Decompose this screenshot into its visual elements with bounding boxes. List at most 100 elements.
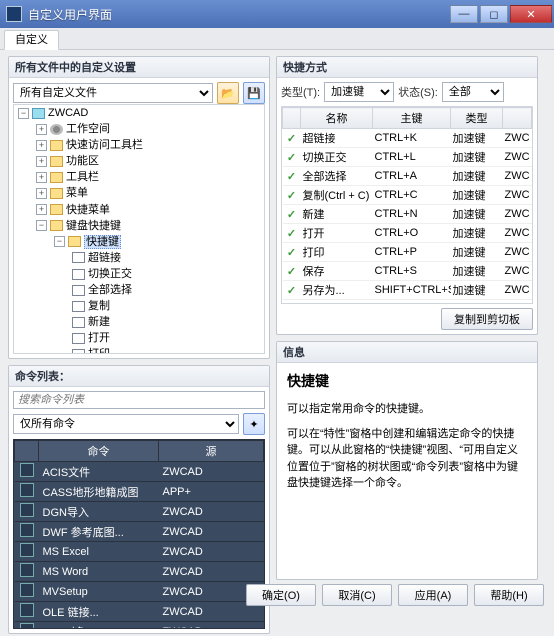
table-row[interactable]: DGN导入ZWCAD — [15, 502, 264, 522]
col-key[interactable]: 主键 — [373, 108, 451, 129]
command-list-title: 命令列表： — [9, 366, 269, 387]
tree-toggle[interactable]: + — [36, 188, 47, 199]
command-filter-dropdown[interactable]: 仅所有命令 — [13, 414, 239, 434]
tree-item[interactable]: 全部选择 — [88, 284, 132, 296]
tree-item[interactable]: 打印 — [88, 349, 110, 355]
check-icon: ✓ — [287, 266, 296, 278]
folder-icon — [50, 172, 63, 183]
col-source[interactable]: 源 — [159, 441, 264, 462]
folder-icon — [50, 188, 63, 199]
table-row[interactable]: ✓复制(Ctrl + C)CTRL+C加速键ZWC — [283, 186, 532, 205]
table-row[interactable]: ✓退出CTRL+Q加速键ZWC — [283, 300, 532, 305]
tree-toggle[interactable]: − — [36, 220, 47, 231]
col-type[interactable]: 类型 — [451, 108, 503, 129]
disk-icon: 💾 — [247, 87, 261, 100]
doc-icon — [72, 301, 85, 312]
settings-file-dropdown[interactable]: 所有自定义文件 — [13, 83, 213, 103]
help-button[interactable]: 帮助(H) — [474, 584, 544, 606]
tree-toggle[interactable]: + — [36, 172, 47, 183]
tree-toggle[interactable]: − — [54, 236, 65, 247]
table-row[interactable]: ✓保存CTRL+S加速键ZWC — [283, 262, 532, 281]
command-list-panel: 命令列表： 仅所有命令 ✦ 命令 源 ACIS文件ZWCADCASS地形地籍成图… — [8, 365, 270, 634]
check-icon: ✓ — [287, 228, 296, 240]
apply-button[interactable]: 应用(A) — [398, 584, 468, 606]
gear-icon — [50, 124, 63, 135]
open-file-button[interactable]: 📂 — [217, 82, 239, 104]
doc-icon — [72, 349, 85, 354]
tree-item[interactable]: 新建 — [88, 316, 110, 328]
table-row[interactable]: ✓另存为...SHIFT+CTRL+S加速键ZWC — [283, 281, 532, 300]
table-row[interactable]: MS WordZWCAD — [15, 562, 264, 582]
settings-panel-title: 所有文件中的自定义设置 — [9, 57, 269, 78]
command-table[interactable]: 命令 源 ACIS文件ZWCADCASS地形地籍成图APP+DGN导入ZWCAD… — [13, 439, 265, 629]
shortcut-panel: 快捷方式 类型(T): 加速键 状态(S): 全部 名称 主键 — [276, 56, 538, 335]
check-icon: ✓ — [287, 171, 296, 183]
tree-item[interactable]: 复制 — [88, 300, 110, 312]
tree-item[interactable]: 打开 — [88, 332, 110, 344]
tree-item[interactable]: 切换正交 — [88, 268, 132, 280]
copy-to-clipboard-button[interactable]: 复制到剪切板 — [441, 308, 533, 330]
table-row[interactable]: DWF 参考底图...ZWCAD — [15, 522, 264, 542]
command-icon — [20, 463, 34, 477]
folder-icon — [68, 236, 81, 247]
doc-icon — [72, 317, 85, 328]
doc-icon — [72, 252, 85, 263]
type-dropdown[interactable]: 加速键 — [324, 82, 394, 102]
col-name[interactable]: 命令 — [39, 441, 159, 462]
command-search-input[interactable] — [13, 391, 265, 409]
check-icon: ✓ — [287, 285, 296, 297]
settings-tree[interactable]: −ZWCAD +工作空间 +快速访问工具栏 +功能区 +工具栏 +菜单 +快捷菜… — [13, 104, 265, 354]
app-icon — [6, 6, 22, 22]
cad-icon — [32, 108, 45, 119]
star-icon: ✦ — [249, 418, 258, 431]
tree-toggle[interactable]: + — [36, 124, 47, 135]
table-row[interactable]: ✓新建CTRL+N加速键ZWC — [283, 205, 532, 224]
table-row[interactable]: MS ExcelZWCAD — [15, 542, 264, 562]
tab-custom[interactable]: 自定义 — [4, 30, 59, 50]
command-icon — [20, 623, 34, 629]
minimize-button[interactable]: — — [450, 5, 478, 23]
doc-icon — [72, 285, 85, 296]
table-row[interactable]: ACIS文件ZWCAD — [15, 462, 264, 482]
command-icon — [20, 543, 34, 557]
info-heading: 快捷键 — [287, 371, 527, 391]
tree-toggle[interactable]: + — [36, 140, 47, 151]
check-icon: ✓ — [287, 133, 296, 145]
folder-icon — [50, 156, 63, 167]
shortcut-table[interactable]: 名称 主键 类型 ✓超链接CTRL+K加速键ZWC✓切换正交CTRL+L加速键Z… — [281, 106, 533, 304]
keyboard-icon — [50, 220, 63, 231]
table-row[interactable]: ✓切换正交CTRL+L加速键ZWC — [283, 148, 532, 167]
folder-icon: 📂 — [221, 87, 235, 100]
state-dropdown[interactable]: 全部 — [442, 82, 504, 102]
col-icon[interactable] — [15, 441, 39, 462]
check-icon: ✓ — [287, 304, 296, 305]
table-row[interactable]: ✓打开CTRL+O加速键ZWC — [283, 224, 532, 243]
table-row[interactable]: CASS地形地籍成图APP+ — [15, 482, 264, 502]
folder-icon — [50, 140, 63, 151]
col-name[interactable]: 名称 — [301, 108, 373, 129]
info-panel: 信息 快捷键 可以指定常用命令的快捷键。 可以在“特性”窗格中创建和编辑选定命令… — [276, 341, 538, 580]
tree-toggle[interactable]: + — [36, 156, 47, 167]
close-button[interactable]: ✕ — [510, 5, 552, 23]
command-icon — [20, 483, 34, 497]
table-row[interactable]: ✓全部选择CTRL+A加速键ZWC — [283, 167, 532, 186]
command-icon — [20, 523, 34, 537]
state-label: 状态(S): — [398, 84, 438, 100]
command-icon — [20, 503, 34, 517]
cancel-button[interactable]: 取消(C) — [322, 584, 392, 606]
info-text-2: 可以在“特性”窗格中创建和编辑选定命令的快捷键。可以从此窗格的“快捷键”视图、“… — [287, 426, 527, 492]
table-row[interactable]: OLE对象ZWCAD — [15, 622, 264, 630]
save-file-button[interactable]: 💾 — [243, 82, 265, 104]
tree-toggle[interactable]: − — [18, 108, 29, 119]
table-row[interactable]: ✓超链接CTRL+K加速键ZWC — [283, 129, 532, 148]
settings-panel: 所有文件中的自定义设置 所有自定义文件 📂 💾 −ZWCAD +工作空间 +快速… — [8, 56, 270, 359]
info-text-1: 可以指定常用命令的快捷键。 — [287, 401, 527, 418]
table-row[interactable]: MVSetupZWCAD — [15, 582, 264, 602]
table-row[interactable]: ✓打印CTRL+P加速键ZWC — [283, 243, 532, 262]
check-icon: ✓ — [287, 247, 296, 259]
tree-item[interactable]: 超链接 — [88, 252, 121, 264]
command-filter-button[interactable]: ✦ — [243, 413, 265, 435]
tree-toggle[interactable]: + — [36, 204, 47, 215]
maximize-button[interactable]: ◻ — [480, 5, 508, 23]
ok-button[interactable]: 确定(O) — [246, 584, 316, 606]
